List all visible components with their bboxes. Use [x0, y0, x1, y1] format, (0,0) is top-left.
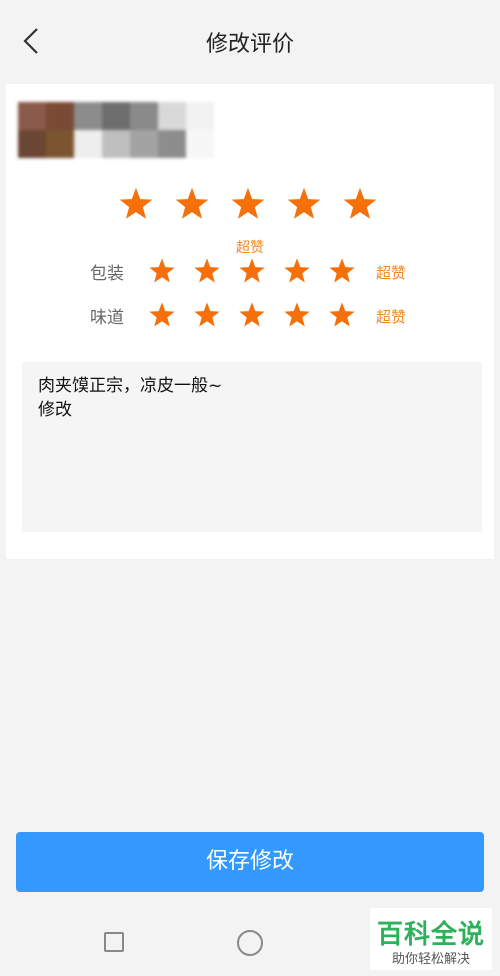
star-icon[interactable] [118, 186, 154, 222]
comment-input[interactable]: 肉夹馍正宗，凉皮一般~ 修改 [22, 362, 482, 532]
star-icon[interactable] [328, 301, 356, 329]
circle-icon[interactable] [237, 930, 263, 956]
comment-line: 修改 [38, 400, 72, 420]
star-icon[interactable] [238, 301, 266, 329]
store-avatar [18, 102, 222, 162]
taste-label: 味道 [90, 308, 124, 328]
star-icon[interactable] [193, 301, 221, 329]
top-bar: 修改评价 [0, 0, 500, 82]
star-icon[interactable] [283, 301, 311, 329]
star-icon[interactable] [283, 257, 311, 285]
watermark-logo: 百科全说 助你轻松解决 [370, 908, 492, 970]
star-icon[interactable] [174, 186, 210, 222]
page-title: 修改评价 [205, 32, 294, 57]
star-icon[interactable] [238, 257, 266, 285]
taste-rating-stars[interactable] [148, 301, 356, 329]
star-icon[interactable] [328, 257, 356, 285]
taste-rating-row: 味道 超赞 [0, 298, 500, 332]
packaging-rating-label: 超赞 [376, 264, 407, 282]
packaging-label: 包装 [90, 264, 124, 284]
taste-rating-label: 超赞 [376, 308, 407, 326]
star-icon[interactable] [230, 186, 266, 222]
star-icon[interactable] [193, 257, 221, 285]
watermark-subtitle: 助你轻松解决 [391, 952, 470, 967]
overall-rating-stars[interactable] [118, 186, 378, 222]
comment-line: 肉夹馍正宗，凉皮一般~ [38, 376, 223, 396]
save-changes-button[interactable]: 保存修改 [16, 832, 484, 892]
watermark-title: 百科全说 [376, 920, 485, 950]
star-icon[interactable] [286, 186, 322, 222]
star-icon[interactable] [342, 186, 378, 222]
packaging-rating-stars[interactable] [148, 257, 356, 285]
square-icon[interactable] [104, 932, 124, 952]
star-icon[interactable] [148, 257, 176, 285]
star-icon[interactable] [148, 301, 176, 329]
packaging-rating-row: 包装 超赞 [0, 254, 500, 288]
